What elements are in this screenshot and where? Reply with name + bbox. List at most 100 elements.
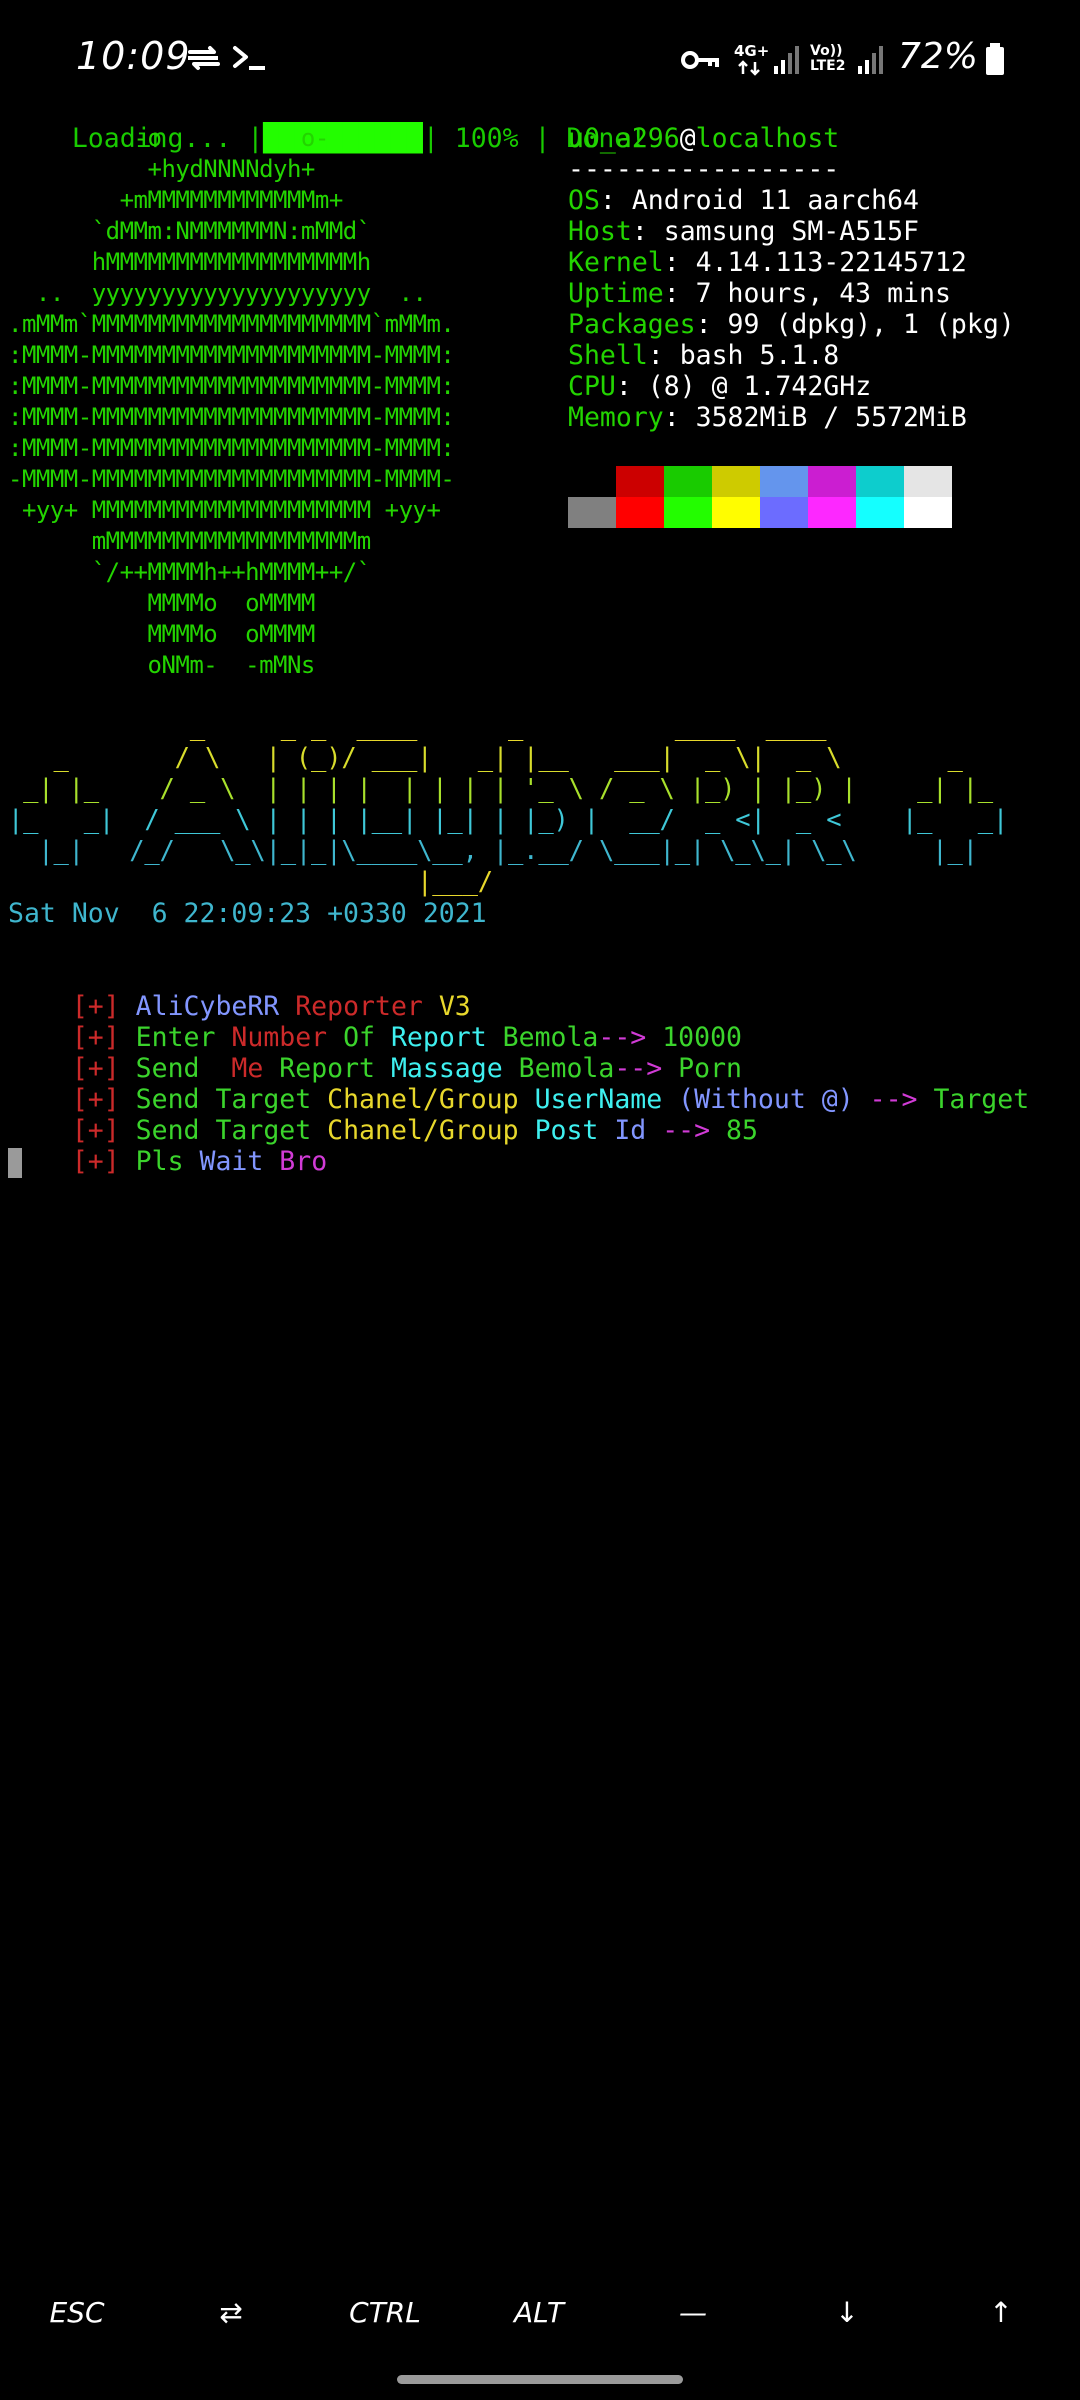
palette-swatch: [856, 497, 904, 528]
palette-swatch: [664, 466, 712, 497]
prompt-word: Wait: [183, 1146, 264, 1177]
prompt-word: Pls: [135, 1146, 184, 1177]
logo-line: +yy+ MMMMMMMMMMMMMMMMMMMM +yy+: [8, 496, 441, 524]
banner-line: _ _ _ ____ _ ____ ____: [8, 712, 827, 742]
prompt-line: [+] Pls Wait Bro: [8, 1115, 327, 1177]
info-row: CPU: (8) @ 1.742GHz: [568, 371, 871, 402]
user-host: u0_a296@localhost: [568, 123, 839, 154]
info-value: : 7 hours, 43 mins: [663, 278, 951, 309]
info-key: Host: [568, 216, 632, 247]
username: u0_a296: [568, 123, 680, 154]
signal-icon: [772, 44, 802, 80]
terminal-icon: [232, 44, 268, 76]
prompt-line: [+] Enter Number Of Report Bemola--> 100…: [8, 991, 742, 1053]
info-key: Packages: [568, 309, 696, 340]
color-palette: [568, 466, 952, 528]
logo-line: hMMMMMMMMMMMMMMMMMMh: [8, 248, 371, 276]
terminal-output[interactable]: Loading... |██████████| 100% | Done! -o …: [8, 92, 1072, 2272]
prompt-tag: [+]: [71, 1146, 120, 1177]
info-value: : (8) @ 1.742GHz: [615, 371, 872, 402]
palette-swatch: [568, 497, 616, 528]
sync-icon: [184, 42, 224, 78]
logo-line: :MMMM-MMMMMMMMMMMMMMMMMMMM-MMMM:: [8, 372, 455, 400]
logo-line: +mMMMMMMMMMMMMm+: [8, 186, 344, 214]
prompt-word: Target: [917, 1084, 1030, 1115]
battery-icon: [984, 42, 1006, 80]
tab-key[interactable]: ⇄: [154, 2268, 308, 2358]
prompt-word: Chanel/Group: [311, 1115, 519, 1146]
at-sign: @: [679, 123, 696, 154]
logo-line: oNMm- -mMNs: [8, 651, 315, 679]
prompt-word: Id: [598, 1115, 647, 1146]
logo-line: :MMMM-MMMMMMMMMMMMMMMMMMMM-MMMM:: [8, 434, 455, 462]
info-row: OS: Android 11 aarch64: [568, 185, 919, 216]
prompt-line: [+] Send Me Report Massage Bemola--> Por…: [8, 1022, 742, 1084]
logo-line: -o o-: [8, 124, 330, 152]
palette-swatch: [904, 466, 952, 497]
up-arrow-key[interactable]: ↑: [924, 2268, 1078, 2358]
banner-line: |_ _| / ___ \ | | | |__| |_| | |_) | __/…: [8, 805, 1009, 835]
info-value: : 4.14.113-22145712: [663, 247, 967, 278]
palette-swatch: [904, 497, 952, 528]
logo-line: +hydNNNNdyh+: [8, 155, 315, 183]
banner-line: _ / \ | (_)/ ___| _| |__ ___| _ \| _ \ _: [8, 743, 963, 773]
prompt-line: [+] Send Target Chanel/Group Post Id -->…: [8, 1084, 758, 1146]
palette-swatch: [808, 466, 856, 497]
palette-swatch: [760, 497, 808, 528]
palette-swatch: [712, 497, 760, 528]
info-row: Kernel: 4.14.113-22145712: [568, 247, 967, 278]
info-value: : 99 (dpkg), 1 (pkg): [695, 309, 1015, 340]
logo-line: .mMMm`MMMMMMMMMMMMMMMMMMMM`mMMm.: [8, 310, 455, 338]
alt-key[interactable]: ALT: [462, 2268, 616, 2358]
status-bar: 10:09 4G+ Vo)) LTE2 72%: [0, 0, 1080, 100]
data-arrows-icon: [737, 60, 761, 80]
logo-line: .. yyyyyyyyyyyyyyyyyyyy ..: [8, 279, 427, 307]
terminal-cursor[interactable]: [8, 1148, 22, 1178]
info-key: Uptime: [568, 278, 664, 309]
palette-swatch: [664, 497, 712, 528]
logo-line: `dMMm:NMMMMMMN:mMMd`: [8, 217, 371, 245]
prompt-line: [+] AliCybeRR Reporter V3: [8, 960, 471, 1022]
banner-line: |_| /_/ \_\|_|_|\____\__, |_.__/ \___|_|…: [8, 836, 978, 866]
date-line: Sat Nov 6 22:09:23 +0330 2021: [8, 898, 487, 929]
palette-swatch: [712, 466, 760, 497]
prompt-line: [+] Send Target Chanel/Group UserName (W…: [8, 1053, 1029, 1115]
ctrl-key[interactable]: CTRL: [308, 2268, 462, 2358]
prompt-word: -->: [646, 1115, 711, 1146]
info-value: : Android 11 aarch64: [599, 185, 920, 216]
info-row: Host: samsung SM-A515F: [568, 216, 919, 247]
signal-icon: [856, 44, 886, 80]
info-value: : bash 5.1.8: [647, 340, 840, 371]
banner-line: _| |_ / _ \ | | | | | | | | '_ \ / _ \ |…: [8, 774, 993, 804]
info-separator: -----------------: [568, 154, 840, 185]
info-row: Packages: 99 (dpkg), 1 (pkg): [568, 309, 1015, 340]
banner-line: |___/: [8, 867, 493, 897]
logo-line: MMMMo oMMMM: [8, 620, 315, 648]
esc-key[interactable]: ESC: [0, 2268, 154, 2358]
info-value: : 3582MiB / 5572MiB: [663, 402, 967, 433]
palette-swatch: [616, 497, 664, 528]
home-gesture-bar[interactable]: [397, 2375, 683, 2384]
info-key: CPU: [568, 371, 616, 402]
info-key: Shell: [568, 340, 648, 371]
hostname: localhost: [695, 123, 840, 154]
info-key: Memory: [568, 402, 664, 433]
logo-line: mMMMMMMMMMMMMMMMMMMm: [8, 527, 371, 555]
down-arrow-key[interactable]: ↓: [770, 2268, 924, 2358]
logo-line: -MMMM-MMMMMMMMMMMMMMMMMMMM-MMMM-: [8, 465, 455, 493]
logo-line: MMMMo oMMMM: [8, 589, 315, 617]
info-row: Uptime: 7 hours, 43 mins: [568, 278, 951, 309]
prompt-word: Post: [518, 1115, 599, 1146]
palette-swatch: [760, 466, 808, 497]
palette-swatch: [808, 497, 856, 528]
vpn-key-icon: [680, 48, 720, 76]
status-time: 10:09: [76, 34, 191, 78]
extra-keys-bar: ESC ⇄ CTRL ALT — ↓ ↑: [0, 2268, 1080, 2358]
network-type-label: 4G+: [734, 42, 770, 60]
prompt-word: -->: [853, 1084, 918, 1115]
info-row: Memory: 3582MiB / 5572MiB: [568, 402, 967, 433]
logo-line: `/++MMMMh++hMMMM++/`: [8, 558, 371, 586]
logo-line: :MMMM-MMMMMMMMMMMMMMMMMMMM-MMMM:: [8, 403, 455, 431]
dash-key[interactable]: —: [616, 2268, 770, 2358]
logo-line: :MMMM-MMMMMMMMMMMMMMMMMMMM-MMMM:: [8, 341, 455, 369]
